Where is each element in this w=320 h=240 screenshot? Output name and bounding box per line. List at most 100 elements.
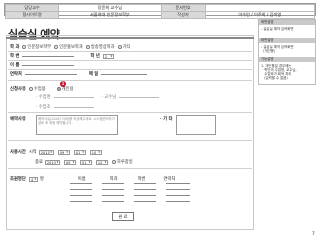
start-day-select[interactable]: 01 xyxy=(73,149,86,155)
school-opt-4[interactable]: 기타 xyxy=(117,44,130,50)
row-name: 이 름 xyxy=(10,62,75,68)
row-time-start: 사용시간 시작 2013 09 01 10 xyxy=(10,149,102,155)
member-dept-input[interactable] xyxy=(102,183,124,184)
people-col-stuno: 학번 xyxy=(137,177,146,182)
grade-label: 학 년 xyxy=(90,54,100,59)
member-name-input[interactable] xyxy=(70,201,92,202)
header-val-site: 서울여대 인문정보학부 xyxy=(58,11,162,19)
divider xyxy=(8,80,252,81)
row-stuno: 학 번 학 년 2 xyxy=(10,53,114,59)
school-opt-3[interactable]: 방송영상학과 xyxy=(85,44,115,50)
people-unit: 명 xyxy=(39,177,44,182)
member-dept-input[interactable] xyxy=(102,189,124,190)
divider xyxy=(8,112,252,113)
radio-icon xyxy=(85,45,90,49)
name-input[interactable] xyxy=(22,64,75,66)
side-body-1: - 실습실 예약 입력화면 xyxy=(261,26,294,31)
header-key-author: 작성자 xyxy=(160,11,206,19)
member-phone-input[interactable] xyxy=(166,189,190,190)
annotation-badge: 1 xyxy=(60,81,66,87)
name-label: 이 름 xyxy=(10,63,20,68)
start-month-select[interactable]: 09 xyxy=(57,149,70,155)
prof-input[interactable] xyxy=(119,96,160,98)
people-inputs-3 xyxy=(70,195,190,196)
header-key-site: 협사이트명 xyxy=(4,11,60,19)
member-phone-input[interactable] xyxy=(166,195,190,196)
school-opt-2[interactable]: 인문홍보학과 xyxy=(54,44,83,50)
side-body-3: 1. 개인용일 경우에는 학단의 수업명, 교수님, 수업조가 회색 처리 (입… xyxy=(261,63,297,81)
divider xyxy=(8,168,252,169)
header-val-docno xyxy=(204,4,316,12)
header-key-prof: 담당교수 xyxy=(4,4,60,12)
member-stuno-input[interactable] xyxy=(134,201,156,202)
reason-label: 예약사유 xyxy=(10,117,26,122)
row-reason: 예약사유 xyxy=(10,116,29,122)
document-header: 담당교수 장윤희 교수님 문서번호 협사이트명 서울여대 인문정보학부 작성자 … xyxy=(4,3,316,19)
people-inputs-1 xyxy=(70,183,190,184)
allday-checkbox[interactable]: 하루종일 xyxy=(111,159,133,165)
people-col-name: 이름 xyxy=(77,177,86,182)
end-hour-select[interactable]: 12 xyxy=(95,159,108,165)
school-opt-1[interactable]: 인문정보학부 xyxy=(22,44,51,50)
radio-icon xyxy=(111,160,116,164)
email-input[interactable] xyxy=(101,73,148,75)
course-input[interactable] xyxy=(53,96,94,98)
type-opt-personal[interactable]: 개인용 xyxy=(56,86,74,92)
people-inputs-4 xyxy=(70,201,190,202)
row-type: 신청사유 수업용 개인용 xyxy=(10,86,77,92)
people-col-phone: 연락처 xyxy=(163,177,176,182)
member-stuno-input[interactable] xyxy=(134,195,156,196)
phone-label: 연락처 xyxy=(10,72,22,77)
time-label: 사용시간 xyxy=(10,150,26,155)
member-stuno-input[interactable] xyxy=(134,189,156,190)
title-underline xyxy=(6,37,254,39)
reason-textarea[interactable]: 예약사유(200자 이내)를 작성해주세요. 시스템관리자가 검토 후 최종 예… xyxy=(36,115,118,135)
side-body-2: - 실습실 예약 입력화면 (개인용) xyxy=(261,44,294,53)
member-name-input[interactable] xyxy=(70,195,92,196)
phone-input[interactable] xyxy=(24,73,77,75)
member-stuno-input[interactable] xyxy=(134,183,156,184)
row-course: · 수업명 · 교수님 xyxy=(36,94,160,100)
stuno-input[interactable] xyxy=(22,55,75,57)
etc-textarea[interactable] xyxy=(176,115,216,135)
member-phone-input[interactable] xyxy=(166,183,190,184)
radio-icon xyxy=(117,45,122,49)
divider xyxy=(8,140,252,141)
divider xyxy=(8,60,252,61)
member-name-input[interactable] xyxy=(70,189,92,190)
member-name-input[interactable] xyxy=(70,183,92,184)
prof-label: · 교수님 xyxy=(101,95,117,100)
type-label: 신청사유 xyxy=(10,87,26,92)
header-val-author: 이수민 / 이주희 / 김미영 xyxy=(204,11,316,19)
member-dept-input[interactable] xyxy=(102,195,124,196)
end-day-select[interactable]: 01 xyxy=(79,159,92,165)
email-label: 메 일 xyxy=(88,72,99,77)
row-school: 학 과 인문정보학부 인문홍보학과 방송영상학과 기타 xyxy=(10,44,133,50)
member-phone-input[interactable] xyxy=(166,201,190,202)
member-dept-input[interactable] xyxy=(102,201,124,202)
school-label: 학 과 xyxy=(10,45,20,50)
people-label: 조원명단 xyxy=(10,177,26,182)
header-key-docno: 문서번호 xyxy=(160,4,206,12)
radio-icon xyxy=(22,45,27,49)
type-opt-class[interactable]: 수업용 xyxy=(28,86,46,92)
start-year-select[interactable]: 2013 xyxy=(38,149,54,155)
end-month-select[interactable]: 09 xyxy=(63,159,76,165)
radio-icon xyxy=(54,45,59,49)
row-contact: 연락처 메 일 xyxy=(10,71,148,77)
divider xyxy=(8,51,252,52)
row-time-end: 종료 2013 09 01 12 하루종일 xyxy=(35,159,136,165)
radio-selected-icon xyxy=(56,87,61,91)
people-count-select[interactable]: 4 xyxy=(28,176,38,182)
people-inputs-2 xyxy=(70,189,190,190)
course2-label: · 수업조 xyxy=(36,105,51,110)
page-number: 7 xyxy=(312,232,315,237)
end-year-select[interactable]: 2013 xyxy=(44,159,60,165)
start-hour-select[interactable]: 10 xyxy=(89,149,102,155)
etc-label: · 기 타 xyxy=(160,117,173,122)
row-course2: · 수업조 xyxy=(36,104,94,110)
course2-input[interactable] xyxy=(53,106,94,108)
radio-icon xyxy=(28,87,33,91)
grade-select[interactable]: 2 xyxy=(102,53,114,59)
submit-button[interactable]: 완 료 xyxy=(112,212,134,221)
